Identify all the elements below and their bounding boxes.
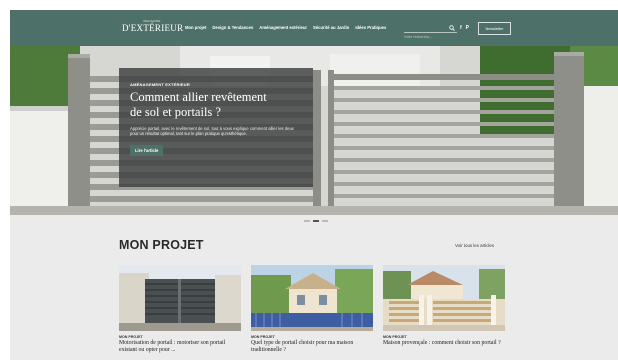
- article-card[interactable]: MON PROJET Maison provençale : comment c…: [383, 265, 505, 354]
- hero-title-line-1: Comment allier revêtement: [130, 90, 267, 104]
- section-title: MON PROJET: [119, 238, 204, 252]
- slider-dot-2[interactable]: [313, 220, 319, 222]
- article-card[interactable]: MON PROJET Motorisation de portail : mot…: [119, 265, 241, 354]
- social-links: f P: [460, 25, 469, 31]
- nav-item-securite-jardin[interactable]: Sécurité au Jardin: [313, 25, 349, 30]
- article-title[interactable]: Quel type de portail choisir pour ma mai…: [251, 340, 373, 354]
- hero-kicker[interactable]: AMÉNAGEMENT EXTÉRIEUR: [130, 82, 302, 87]
- nav-item-amenagement-exterieur[interactable]: Aménagement extérieur: [259, 25, 307, 30]
- article-thumbnail-fence[interactable]: [383, 265, 505, 331]
- hero-title[interactable]: Comment allier revêtement de sol et port…: [130, 90, 302, 120]
- see-all-articles-link[interactable]: Voir tous les articles: [455, 243, 494, 248]
- article-title[interactable]: Motorisation de portail : motoriser son …: [119, 340, 241, 354]
- hero-image: [10, 46, 618, 215]
- read-article-button[interactable]: Lire l'article: [130, 144, 164, 156]
- logo-main-text: D'EXTÉRIEUR: [122, 23, 184, 33]
- slider-dot-1[interactable]: [304, 220, 310, 222]
- article-thumbnail-house[interactable]: [251, 265, 373, 331]
- hero-title-line-2: de sol et portails ?: [130, 105, 221, 119]
- search-box: [404, 25, 457, 41]
- article-category: MON PROJET: [251, 335, 275, 339]
- page: MAGAZINE D'EXTÉRIEUR Mon projet Design &…: [10, 10, 618, 360]
- article-title[interactable]: Maison provençale : comment choisir son …: [383, 340, 505, 347]
- hero-slider: AMÉNAGEMENT EXTÉRIEUR Comment allier rev…: [10, 46, 618, 215]
- slider-dot-3[interactable]: [322, 220, 328, 222]
- slider-dots: [304, 220, 328, 222]
- article-category: MON PROJET: [119, 335, 143, 339]
- search-icon[interactable]: [449, 25, 455, 32]
- article-card[interactable]: MON PROJET Quel type de portail choisir …: [251, 265, 373, 354]
- nav-item-mon-projet[interactable]: Mon projet: [185, 25, 206, 30]
- newsletter-button[interactable]: Newsletter: [478, 22, 511, 35]
- site-logo[interactable]: MAGAZINE D'EXTÉRIEUR: [122, 19, 184, 39]
- nav-item-design-tendances[interactable]: Design & Tendances: [212, 25, 253, 30]
- hero-card: AMÉNAGEMENT EXTÉRIEUR Comment allier rev…: [119, 68, 313, 187]
- article-thumbnail-gate[interactable]: [119, 265, 241, 331]
- article-list: MON PROJET Motorisation de portail : mot…: [119, 265, 505, 354]
- logo-top-text: MAGAZINE: [143, 19, 161, 23]
- site-header: MAGAZINE D'EXTÉRIEUR Mon projet Design &…: [10, 10, 618, 46]
- article-category: MON PROJET: [383, 335, 407, 339]
- main-nav: Mon projet Design & Tendances Aménagemen…: [185, 25, 386, 30]
- hero-excerpt: Apprécie portail, avec le revêtement de …: [130, 126, 294, 137]
- pinterest-icon[interactable]: P: [466, 25, 469, 31]
- search-input[interactable]: [404, 33, 444, 41]
- facebook-icon[interactable]: f: [460, 25, 462, 31]
- nav-item-idees-pratiques[interactable]: Idées Pratiques: [355, 25, 386, 30]
